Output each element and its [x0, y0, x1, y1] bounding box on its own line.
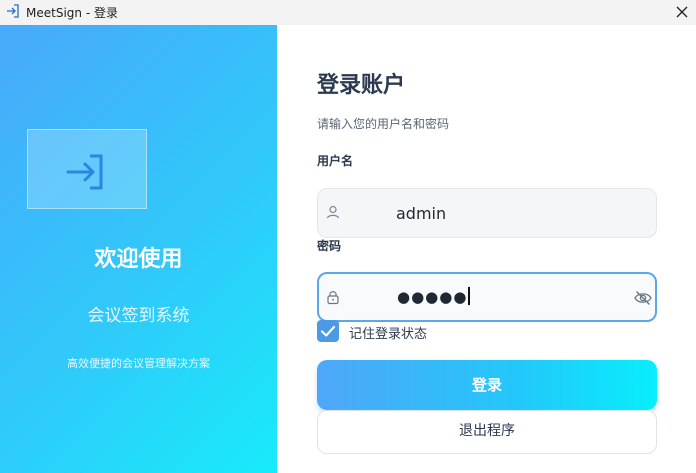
exit-button-label: 退出程序: [459, 423, 515, 439]
welcome-panel: 欢迎使用 会议签到系统 高效便捷的会议管理解决方案: [0, 25, 277, 473]
login-arrow-icon: [66, 154, 103, 190]
close-icon[interactable]: [672, 2, 692, 22]
tagline: 高效便捷的会议管理解决方案: [67, 357, 210, 370]
username-field[interactable]: [317, 188, 657, 238]
welcome-heading: 欢迎使用: [94, 247, 183, 272]
eye-off-icon[interactable]: [633, 288, 653, 308]
username-label: 用户名: [317, 154, 354, 168]
login-arrow-icon: [7, 4, 19, 18]
login-illustration: [27, 129, 147, 209]
window-title: MeetSign - 登录: [26, 6, 118, 20]
form-subtitle: 请输入您的用户名和密码: [317, 117, 450, 131]
username-input[interactable]: [396, 201, 626, 225]
remember-label: 记住登录状态: [349, 327, 428, 342]
system-name: 会议签到系统: [87, 306, 190, 326]
login-button-label: 登录: [471, 376, 502, 394]
title-bar: MeetSign - 登录: [0, 0, 696, 25]
remember-checkbox[interactable]: [317, 320, 339, 342]
form-title: 登录账户: [317, 73, 406, 98]
password-label: 密码: [317, 239, 342, 253]
checkmark-icon: [320, 325, 336, 337]
login-button[interactable]: 登录: [317, 360, 657, 410]
password-input[interactable]: ●●●●●: [397, 287, 470, 306]
password-field[interactable]: ●●●●●: [317, 272, 657, 322]
exit-button[interactable]: 退出程序: [317, 410, 657, 454]
lock-icon: [327, 291, 339, 305]
user-icon: [326, 205, 340, 219]
